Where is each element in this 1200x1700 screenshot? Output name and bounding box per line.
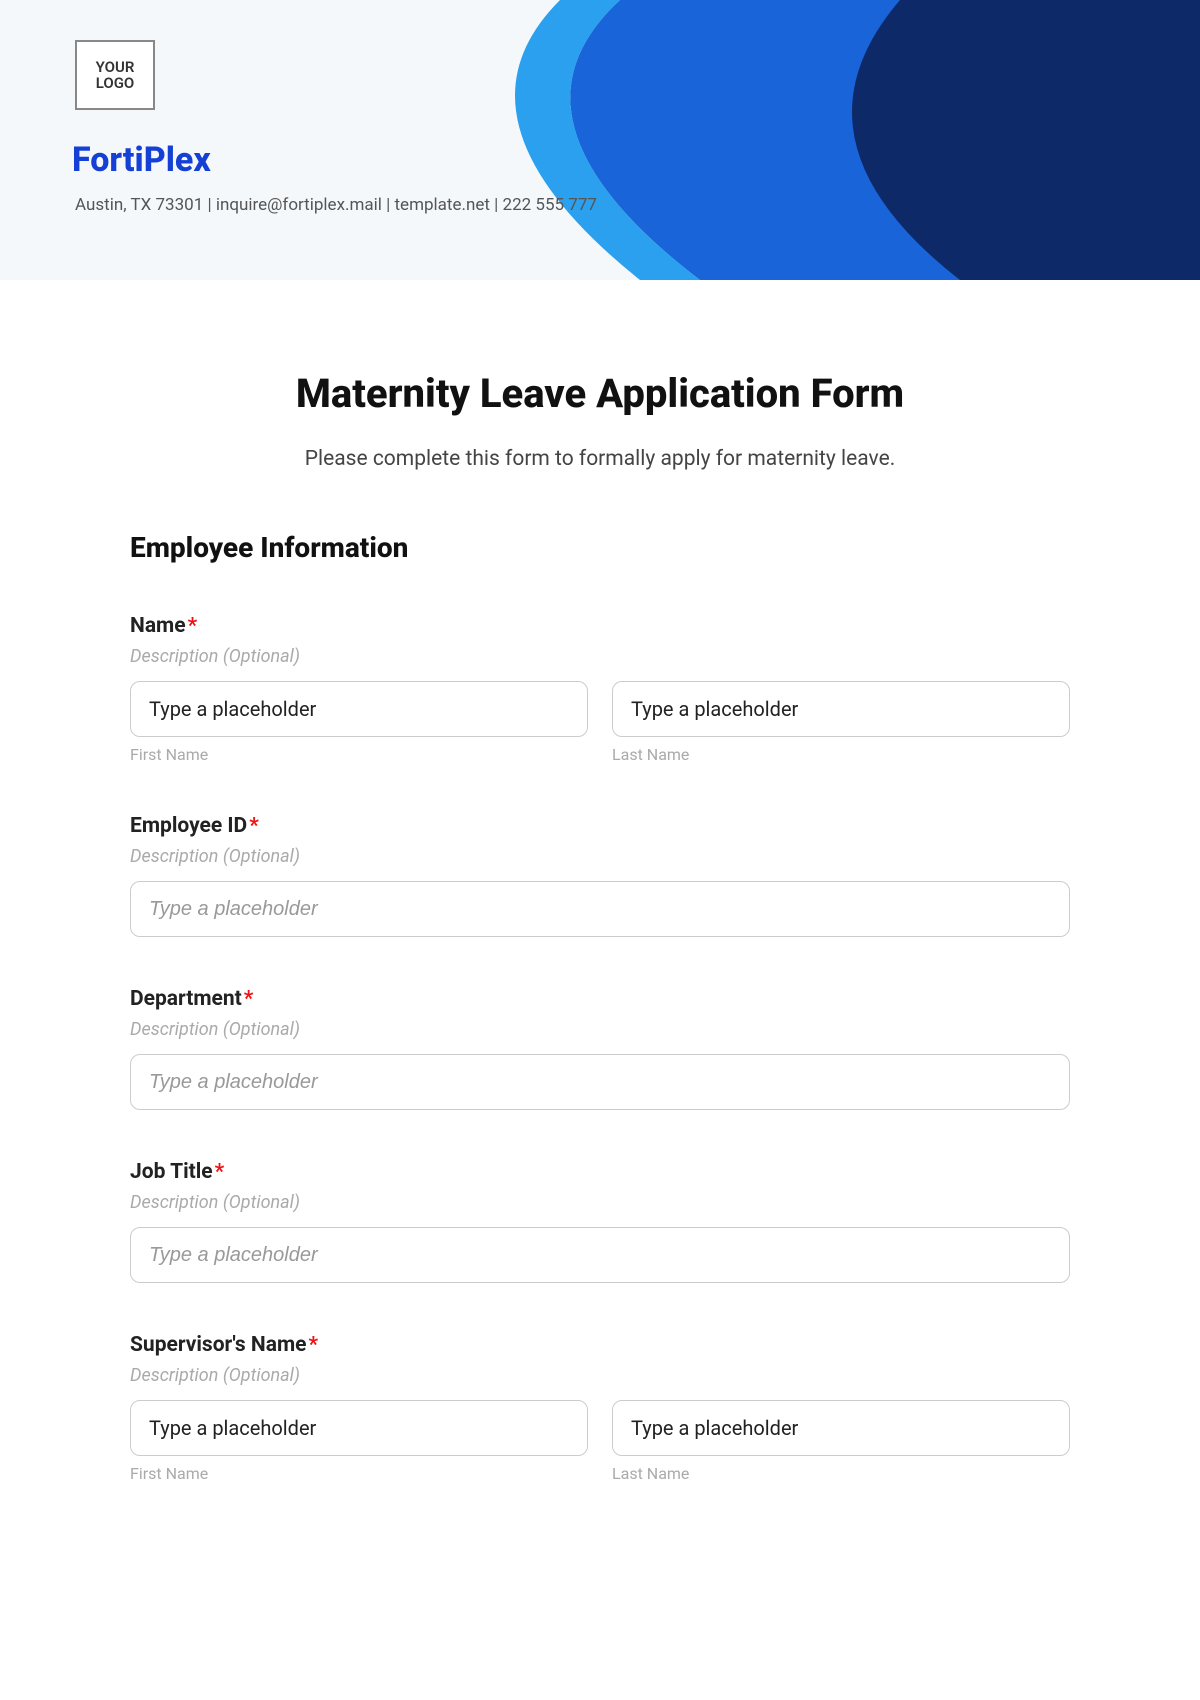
sublabel-last-name: Last Name xyxy=(612,745,1070,764)
required-asterisk: * xyxy=(215,1160,225,1184)
field-desc-job-title: Description (Optional) xyxy=(130,1192,1070,1213)
field-desc-supervisor: Description (Optional) xyxy=(130,1365,1070,1386)
field-employee-id: Employee ID* Description (Optional) xyxy=(130,814,1070,937)
label-text: Supervisor's Name xyxy=(130,1333,306,1357)
input-value: Type a placeholder xyxy=(149,1416,316,1440)
field-label-job-title: Job Title* xyxy=(130,1160,1070,1184)
field-label-employee-id: Employee ID* xyxy=(130,814,1070,838)
field-desc-name: Description (Optional) xyxy=(130,646,1070,667)
section-heading-employee-info: Employee Information xyxy=(130,531,1070,564)
header-swoosh-graphic xyxy=(500,0,1200,280)
form-title: Maternity Leave Application Form xyxy=(130,370,1070,417)
field-name: Name* Description (Optional) Type a plac… xyxy=(130,614,1070,764)
employee-id-input[interactable] xyxy=(130,881,1070,937)
form-subtitle: Please complete this form to formally ap… xyxy=(130,447,1070,471)
field-desc-employee-id: Description (Optional) xyxy=(130,846,1070,867)
header-banner: YOUR LOGO FortiPlex Austin, TX 73301 | i… xyxy=(0,0,1200,280)
label-text: Department xyxy=(130,987,242,1011)
field-job-title: Job Title* Description (Optional) xyxy=(130,1160,1070,1283)
field-supervisor: Supervisor's Name* Description (Optional… xyxy=(130,1333,1070,1483)
required-asterisk: * xyxy=(188,614,198,638)
brand-name: FortiPlex xyxy=(72,140,211,180)
logo-placeholder: YOUR LOGO xyxy=(75,40,155,110)
job-title-input[interactable] xyxy=(130,1227,1070,1283)
department-input[interactable] xyxy=(130,1054,1070,1110)
field-department: Department* Description (Optional) xyxy=(130,987,1070,1110)
input-value: Type a placeholder xyxy=(149,697,316,721)
input-value: Type a placeholder xyxy=(631,697,798,721)
label-text: Employee ID xyxy=(130,814,247,838)
supervisor-first-name-input[interactable]: Type a placeholder xyxy=(130,1400,588,1456)
form-container: Maternity Leave Application Form Please … xyxy=(0,280,1200,1483)
required-asterisk: * xyxy=(249,814,259,838)
contact-line: Austin, TX 73301 | inquire@fortiplex.mai… xyxy=(75,195,597,215)
required-asterisk: * xyxy=(308,1333,318,1357)
input-value: Type a placeholder xyxy=(631,1416,798,1440)
logo-text: YOUR LOGO xyxy=(96,59,135,92)
required-asterisk: * xyxy=(244,987,254,1011)
sublabel-supervisor-last: Last Name xyxy=(612,1464,1070,1483)
sublabel-first-name: First Name xyxy=(130,745,588,764)
field-label-department: Department* xyxy=(130,987,1070,1011)
label-text: Name xyxy=(130,614,186,638)
field-label-name: Name* xyxy=(130,614,1070,638)
sublabel-supervisor-first: First Name xyxy=(130,1464,588,1483)
last-name-input[interactable]: Type a placeholder xyxy=(612,681,1070,737)
field-desc-department: Description (Optional) xyxy=(130,1019,1070,1040)
field-label-supervisor: Supervisor's Name* xyxy=(130,1333,1070,1357)
label-text: Job Title xyxy=(130,1160,213,1184)
supervisor-last-name-input[interactable]: Type a placeholder xyxy=(612,1400,1070,1456)
first-name-input[interactable]: Type a placeholder xyxy=(130,681,588,737)
